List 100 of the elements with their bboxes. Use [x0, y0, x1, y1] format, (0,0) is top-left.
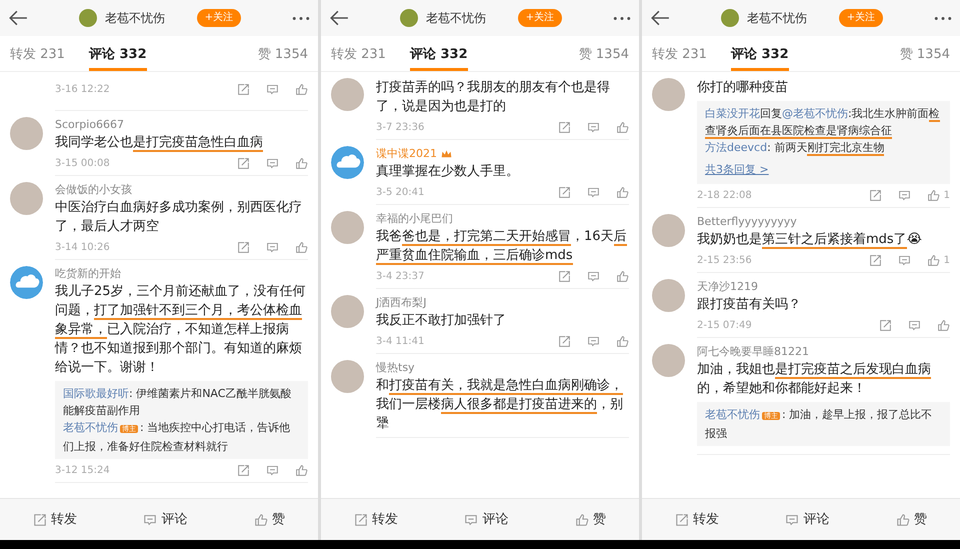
comment-icon[interactable]	[266, 241, 279, 254]
like-icon[interactable]	[295, 464, 308, 477]
comment-text: 我奶奶也是第三针之后紧接着mds了😭	[697, 231, 923, 249]
user-name[interactable]: Scorpio6667	[55, 117, 124, 133]
tab[interactable]: 转发 231	[10, 40, 65, 71]
comment-button[interactable]: 评论	[779, 508, 836, 530]
comment-icon	[464, 512, 478, 526]
share-icon	[354, 512, 368, 526]
tab[interactable]: 评论 332	[410, 40, 468, 71]
tab[interactable]: 赞 1354	[258, 40, 308, 71]
user-name[interactable]: 谍中谍2021	[376, 146, 437, 162]
like-icon[interactable]	[295, 241, 308, 254]
like-button[interactable]: 赞	[248, 508, 291, 530]
user-name[interactable]: 吃货新的开始	[55, 266, 121, 282]
avatar-photo	[720, 9, 739, 27]
share-button[interactable]: 转发	[348, 508, 404, 530]
avatar-photo	[652, 279, 685, 312]
back-arrow-icon[interactable]	[329, 8, 349, 28]
user-name[interactable]: 天净沙1219	[697, 279, 758, 295]
avatar-photo	[331, 295, 364, 328]
like-icon[interactable]	[937, 319, 950, 332]
user-name[interactable]: J洒西布梨J	[376, 295, 426, 311]
comment-time: 3-15 00:08	[55, 157, 110, 171]
comment-button[interactable]: 评论	[458, 508, 514, 530]
more-icon[interactable]	[612, 14, 631, 22]
follow-button[interactable]: +关注	[196, 9, 242, 27]
comment-icon[interactable]	[587, 121, 600, 134]
reply-text: 国际歌最好听: 伊维菌素片和NAC乙酰半胱氨酸能解疫苗副作用	[63, 386, 292, 419]
comment-icon	[143, 512, 158, 526]
share-icon[interactable]	[558, 335, 571, 348]
more-icon[interactable]	[934, 14, 952, 22]
share-icon[interactable]	[237, 464, 250, 477]
comment-time: 2-15 07:49	[697, 319, 752, 333]
comment-text: 真理掌握在少数人手里。	[376, 163, 520, 181]
share-icon[interactable]	[237, 157, 250, 170]
account-name: 老苞不忧伤	[104, 10, 165, 27]
comment-text: 打疫苗弄的吗？我朋友的朋友有个也是得了，说是因为也是打的	[376, 79, 611, 116]
default-avatar-icon	[331, 146, 364, 179]
comment-icon[interactable]	[587, 186, 600, 199]
like-icon[interactable]	[295, 83, 308, 96]
more-replies-link[interactable]: 共3条回复 >	[705, 163, 769, 176]
like-count: 1	[944, 189, 950, 203]
share-button[interactable]: 转发	[27, 508, 84, 530]
comment-icon[interactable]	[908, 319, 921, 332]
share-icon[interactable]	[558, 186, 571, 199]
like-icon[interactable]	[295, 157, 308, 170]
comment-text: 我爸爸也是，打完第二天开始感冒，16天后严重贫血住院输血，三后确诊mds	[376, 228, 628, 265]
share-icon[interactable]	[868, 189, 882, 202]
comment-icon[interactable]	[898, 254, 911, 267]
like-icon[interactable]	[616, 121, 629, 134]
back-arrow-icon[interactable]	[8, 8, 28, 28]
follow-button[interactable]: +关注	[518, 9, 562, 27]
avatar-photo	[10, 182, 43, 215]
comment-icon[interactable]	[266, 157, 279, 170]
follow-button[interactable]: +关注	[838, 9, 884, 27]
like-icon[interactable]	[616, 270, 629, 283]
share-icon[interactable]	[558, 270, 571, 283]
user-name[interactable]: Betterflyyyyyyyyy	[697, 214, 797, 230]
comment-icon[interactable]	[587, 335, 600, 348]
user-name[interactable]: 阿七今晚要早睡81221	[697, 344, 809, 360]
like-button[interactable]: 赞	[890, 508, 933, 530]
like-icon[interactable]	[616, 335, 629, 348]
like-icon	[574, 512, 589, 526]
comment-button[interactable]: 评论	[137, 508, 194, 530]
comment-icon[interactable]	[266, 83, 279, 96]
comment-icon[interactable]	[898, 189, 911, 202]
comment-text: 加油，我姐也是打完疫苗之后发现白血病 的，希望她和你都能好起来！	[697, 361, 932, 398]
like-icon[interactable]	[926, 254, 940, 267]
more-icon[interactable]	[292, 14, 310, 22]
comment-text: 中医治疗白血病好多成功案例，别西医化疗了，最后人才两空	[55, 199, 303, 236]
user-name[interactable]: 慢热tsy	[376, 360, 415, 376]
avatar-photo	[78, 9, 97, 27]
user-name[interactable]: 幸福的小尾巴们	[376, 211, 453, 227]
share-icon[interactable]	[868, 254, 882, 267]
share-icon[interactable]	[237, 241, 250, 254]
user-name[interactable]: 会做饭的小女孩	[55, 182, 132, 198]
comment-time: 3-16 12:22	[55, 83, 110, 97]
avatar-photo	[652, 214, 685, 247]
like-icon[interactable]	[616, 186, 629, 199]
tab[interactable]: 赞 1354	[900, 40, 950, 71]
tab[interactable]: 赞 1354	[578, 40, 629, 71]
like-count: 1	[944, 254, 950, 268]
share-button[interactable]: 转发	[669, 508, 726, 530]
tab[interactable]: 评论 332	[88, 40, 147, 71]
comment-time: 3-12 15:24	[55, 464, 110, 478]
tab[interactable]: 转发 231	[652, 40, 707, 71]
reply-text: 白菜没开花回复@老苞不忧伤:我北生水肿前面检查肾炎后面在县医院检查是肾病综合征	[705, 106, 941, 139]
back-arrow-icon[interactable]	[650, 8, 670, 28]
comment-time: 3-4 11:41	[376, 335, 424, 349]
like-button[interactable]: 赞	[568, 508, 612, 530]
tab[interactable]: 评论 332	[730, 40, 789, 71]
comment-icon[interactable]	[266, 464, 279, 477]
share-icon[interactable]	[237, 83, 250, 96]
share-icon[interactable]	[879, 319, 892, 332]
like-icon	[896, 512, 910, 526]
comment-text: 我儿子25岁，三个月前还献血了，没有任何问题，打了加强针不到三个月，考公体检血象异常，已入院治疗，不知道怎样上报病情？也不知道报到那个部门。有知道的麻烦给说一下。谢谢！	[55, 283, 307, 377]
share-icon[interactable]	[558, 121, 571, 134]
tab[interactable]: 转发 231	[331, 40, 386, 71]
like-icon[interactable]	[926, 189, 940, 202]
comment-icon[interactable]	[587, 270, 600, 283]
